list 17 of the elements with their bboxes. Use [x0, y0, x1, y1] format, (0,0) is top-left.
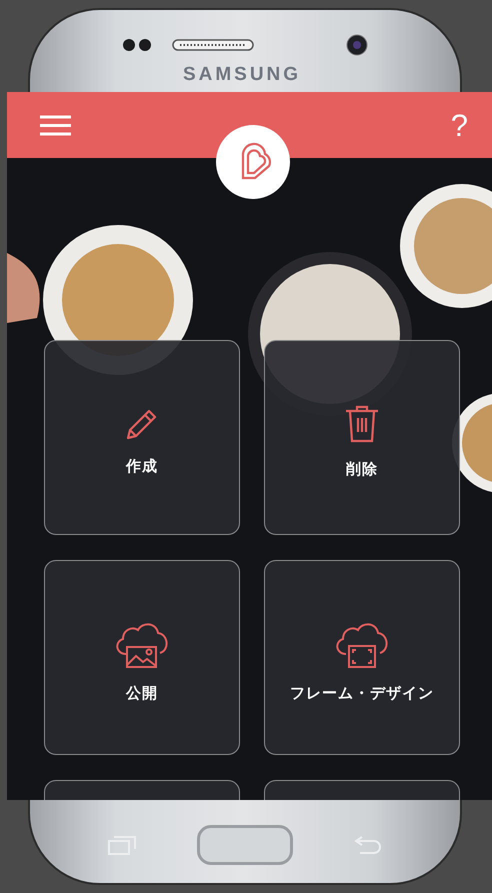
tile-label: 公開	[126, 684, 158, 703]
menu-tile[interactable]: 削除	[264, 340, 460, 535]
menu-tile[interactable]: 作成	[44, 340, 240, 535]
sensor-icon	[122, 38, 152, 52]
home-button[interactable]	[197, 825, 293, 865]
speaker-grille-icon	[172, 39, 254, 51]
back-icon	[354, 835, 382, 855]
tile-label: フレーム・デザイン	[290, 684, 434, 703]
tile-label: 作成	[126, 457, 158, 476]
menu-tile[interactable]: 公開	[44, 560, 240, 755]
camera-icon	[346, 34, 368, 56]
menu-tile[interactable]: フレーム・デザイン	[264, 560, 460, 755]
tile-label: 削除	[346, 460, 378, 479]
menu-icon[interactable]	[40, 114, 71, 136]
brand-logo: SAMSUNG	[182, 64, 302, 86]
pencil-icon	[125, 407, 159, 441]
recent-apps-icon	[108, 835, 136, 855]
